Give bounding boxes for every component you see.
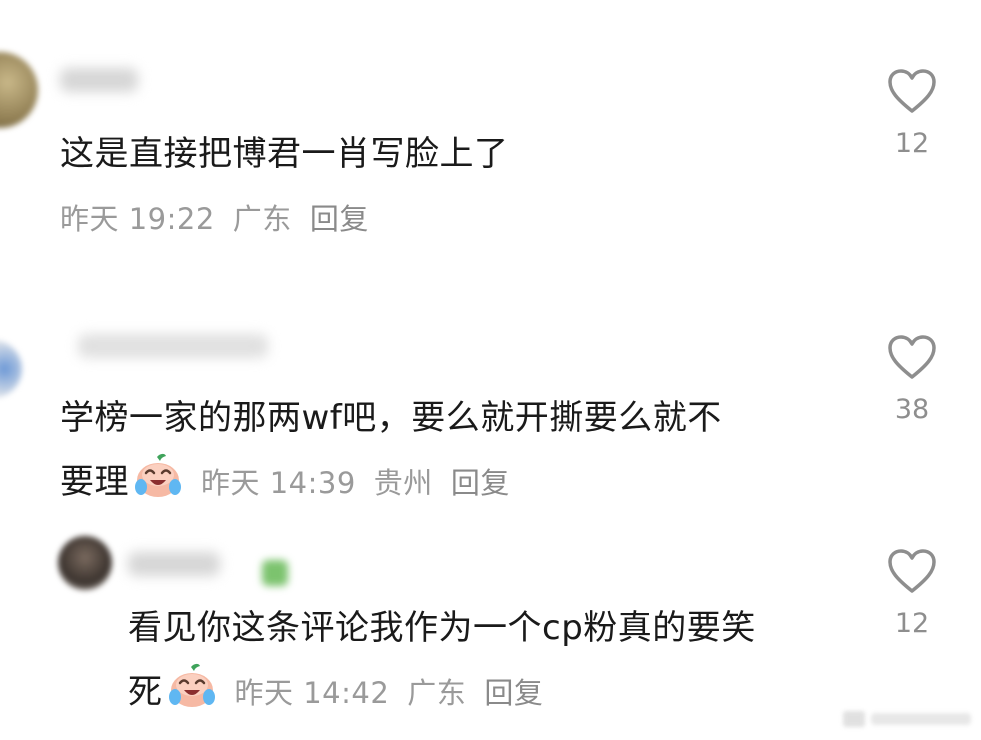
like-count: 12 — [894, 608, 930, 639]
comment-time: 昨天 14:42 — [234, 676, 390, 710]
laugh-cry-emoji-icon — [168, 663, 215, 707]
comment-text-line: 学榜一家的那两wf吧，要么就开撕要么就不 — [60, 398, 722, 438]
comment-time: 昨天 19:22 — [60, 202, 215, 236]
reply-button[interactable]: 回复 — [310, 202, 369, 236]
avatar[interactable] — [0, 340, 22, 398]
comment-location: 贵州 — [373, 466, 433, 500]
comment-text-line: 看见你这条评论我作为一个cp粉真的要笑 — [128, 608, 756, 648]
comment-time: 昨天 14:39 — [201, 466, 356, 500]
comment-text: 这是直接把博君一肖写脸上了 — [60, 134, 509, 174]
user-badge-blurred — [262, 560, 288, 586]
comment-text-line-2: 要理 昨天 14:39 贵州 回复 — [60, 450, 722, 515]
comment-location: 广东 — [232, 202, 292, 236]
avatar[interactable] — [0, 52, 38, 128]
reply-button[interactable]: 回复 — [451, 466, 510, 500]
username-blurred[interactable] — [78, 334, 268, 358]
heart-outline-icon — [888, 549, 936, 593]
comment-location: 广东 — [407, 676, 467, 710]
comment-thread: 这是直接把博君一肖写脸上了 昨天 19:22 广东 回复 12 学榜一家的那两wf吧… — [0, 0, 981, 740]
like-button[interactable]: 12 — [877, 68, 947, 159]
comment-text-line: 要理 — [60, 462, 129, 502]
comment-meta: 昨天 19:22 广东 回复 — [60, 196, 387, 238]
watermark — [843, 708, 973, 730]
like-button[interactable]: 12 — [877, 548, 947, 639]
like-count: 12 — [894, 128, 930, 159]
laugh-cry-emoji-icon — [135, 453, 181, 497]
like-button[interactable]: 38 — [877, 334, 947, 425]
username-blurred[interactable] — [128, 552, 220, 576]
username-blurred[interactable] — [60, 68, 138, 92]
comment-text-line-2: 死 昨天 14:42 广东 回复 — [128, 660, 756, 725]
heart-outline-icon — [888, 69, 936, 113]
comment-text: 看见你这条评论我作为一个cp粉真的要笑 死 昨天 14:42 广东 回复 — [128, 596, 756, 725]
reply-button[interactable]: 回复 — [484, 676, 543, 710]
comment-text-line: 死 — [128, 672, 163, 712]
comment-text: 学榜一家的那两wf吧，要么就开撕要么就不 要理 昨天 14:39 贵州 回复 — [60, 386, 722, 515]
avatar[interactable] — [58, 536, 112, 590]
like-count: 38 — [894, 394, 930, 425]
heart-outline-icon — [888, 335, 936, 379]
